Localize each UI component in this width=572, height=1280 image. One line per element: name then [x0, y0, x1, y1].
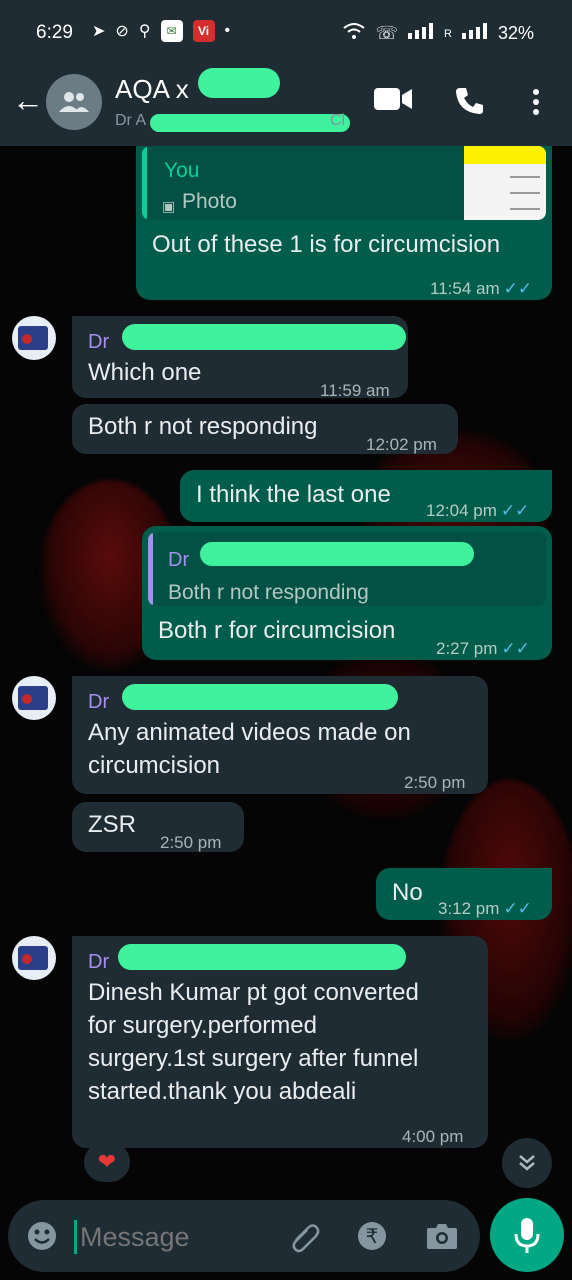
message-text-line: Any animated videos made on	[88, 719, 411, 746]
message-text: ZSR	[88, 811, 136, 838]
contact-name[interactable]: AQA x	[115, 74, 189, 105]
emoji-icon[interactable]	[26, 1220, 58, 1257]
message-time: 11:54 am ✓✓	[430, 279, 533, 298]
message-time: 4:00 pm	[402, 1127, 464, 1146]
chat-header: ← AQA x Dr A Cl	[0, 66, 572, 146]
wifi-icon	[342, 22, 366, 45]
quote-bar	[142, 146, 147, 220]
read-ticks-icon: ✓✓	[503, 899, 532, 918]
message-bubble-incoming[interactable]: Both r not responding 12:02 pm	[72, 404, 458, 454]
redaction	[198, 68, 280, 98]
message-text-line: Dinesh Kumar pt got converted	[88, 979, 419, 1006]
message-time: 12:02 pm	[366, 435, 437, 454]
redaction	[150, 114, 350, 132]
message-text-line: for surgery.performed	[88, 1012, 317, 1039]
sender-name[interactable]: Dr	[88, 686, 109, 719]
sender-avatar[interactable]	[12, 936, 56, 980]
notification-icons: ➤ ⊘ ⚲ ✉ Vi •	[92, 20, 230, 42]
message-time: 2:27 pm ✓✓	[436, 639, 530, 658]
scroll-to-bottom-button[interactable]	[502, 1138, 552, 1188]
call-icon: ☏	[375, 23, 399, 43]
quoted-message[interactable]: Dr Both r not responding	[148, 532, 546, 606]
message-bubble-incoming[interactable]: Dr Any animated videos made on circumcis…	[72, 676, 488, 794]
message-bubble-outgoing[interactable]: I think the last one 12:04 pm ✓✓	[180, 470, 552, 522]
photo-icon: ▣	[162, 198, 176, 214]
message-text: Both r for circumcision	[158, 617, 396, 644]
message-time: 3:12 pm ✓✓	[438, 899, 532, 918]
camera-icon[interactable]	[426, 1222, 458, 1255]
contact-subtitle: Dr A	[115, 112, 147, 129]
payment-icon[interactable]: ₹	[356, 1220, 388, 1257]
location-icon: ⚲	[138, 23, 151, 40]
message-text: Out of these 1 is for circumcision	[152, 231, 501, 258]
signal-icon	[408, 23, 434, 44]
redaction	[118, 944, 406, 970]
photo-thumbnail[interactable]	[464, 146, 546, 220]
quote-type: Photo	[182, 190, 237, 213]
quote-bar	[148, 532, 153, 606]
contact-subtitle-tail: Cl	[330, 112, 346, 129]
video-call-icon[interactable]	[374, 86, 414, 117]
group-icon	[59, 92, 89, 112]
message-bubble-incoming[interactable]: Dr Which one 11:59 am	[72, 316, 408, 400]
vi-app-icon: Vi	[192, 20, 215, 42]
status-time: 6:29	[36, 22, 73, 43]
svg-text:₹: ₹	[366, 1224, 379, 1248]
message-input[interactable]	[78, 1216, 272, 1258]
more-options-icon[interactable]	[532, 88, 540, 121]
quoted-message[interactable]: You ▣ Photo	[142, 146, 546, 220]
heart-icon: ❤	[97, 1149, 117, 1174]
redaction	[122, 324, 406, 350]
quote-text: Both r not responding	[168, 581, 369, 604]
message-text-line: started.thank you abdeali	[88, 1078, 357, 1105]
back-arrow-icon[interactable]: ←	[12, 82, 44, 119]
message-time: 2:50 pm	[404, 773, 466, 792]
text-cursor	[74, 1220, 77, 1254]
signal-icon-2	[461, 23, 488, 44]
sender-avatar[interactable]	[12, 316, 56, 360]
message-text: No	[392, 879, 423, 906]
attach-icon[interactable]	[288, 1220, 322, 1259]
circle-icon: ⊘	[115, 23, 129, 40]
message-time: 2:50 pm	[160, 833, 222, 852]
system-icons: ☏ R 32%	[342, 22, 534, 45]
quote-author: You	[164, 159, 200, 182]
dot-icon: •	[224, 22, 231, 39]
group-avatar[interactable]	[46, 74, 102, 130]
message-text-line: surgery.1st surgery after funnel	[88, 1045, 419, 1072]
read-ticks-icon: ✓✓	[501, 639, 530, 658]
message-text-line: circumcision	[88, 752, 221, 779]
message-bubble-incoming[interactable]: ZSR 2:50 pm	[72, 802, 244, 852]
message-text: I think the last one	[196, 481, 391, 508]
message-text: Which one	[88, 359, 202, 386]
quote-author: Dr	[168, 549, 190, 571]
redaction	[200, 542, 474, 566]
sender-avatar[interactable]	[12, 676, 56, 720]
message-text: Both r not responding	[88, 413, 318, 440]
message-bubble-outgoing[interactable]: No 3:12 pm ✓✓	[376, 868, 552, 920]
reaction-badge[interactable]: ❤	[84, 1142, 130, 1182]
message-bubble-outgoing[interactable]: You ▣ Photo Out of these 1 is for circum…	[136, 146, 552, 300]
status-bar: 6:29 ➤ ⊘ ⚲ ✉ Vi • ☏ R 32%	[0, 0, 572, 66]
message-compose-bar: ₹	[8, 1200, 480, 1272]
message-time: 12:04 pm ✓✓	[426, 501, 530, 520]
read-ticks-icon: ✓✓	[500, 501, 530, 520]
message-time: 11:59 am	[320, 381, 390, 400]
telegram-icon: ➤	[92, 23, 106, 40]
mic-icon	[514, 1218, 540, 1253]
roaming-label: R	[444, 27, 452, 40]
redaction	[122, 684, 398, 710]
read-ticks-icon: ✓✓	[503, 279, 533, 298]
battery-percent: 32%	[497, 23, 534, 43]
sender-name[interactable]: Dr	[88, 946, 109, 979]
message-bubble-outgoing[interactable]: Dr Both r not responding Both r for circ…	[142, 526, 552, 660]
double-chevron-down-icon	[519, 1155, 535, 1171]
sender-name[interactable]: Dr	[88, 326, 109, 359]
message-bubble-incoming[interactable]: Dr Dinesh Kumar pt got converted for sur…	[72, 936, 488, 1148]
app-icon: ✉	[160, 20, 183, 42]
voice-call-icon[interactable]	[454, 86, 484, 121]
voice-message-button[interactable]	[490, 1198, 564, 1272]
